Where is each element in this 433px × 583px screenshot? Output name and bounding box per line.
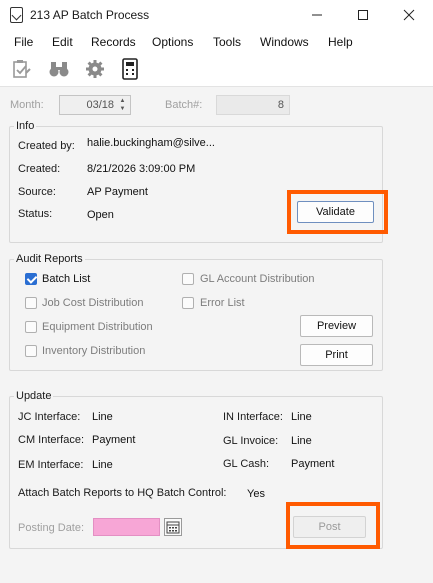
clipboard-check-icon[interactable] <box>10 58 34 80</box>
batch-number-value: 8 <box>277 99 284 111</box>
gl-cash-label: GL Cash: <box>223 458 270 470</box>
job-cost-distribution-checkbox[interactable] <box>25 297 37 309</box>
source-label: Source: <box>18 186 56 198</box>
gear-icon[interactable] <box>83 58 107 80</box>
gl-account-distribution-checkbox[interactable] <box>182 273 194 285</box>
created-label: Created: <box>18 163 61 175</box>
minimize-icon <box>312 14 322 16</box>
posting-date-field[interactable] <box>93 518 160 536</box>
source-value: AP Payment <box>87 186 148 198</box>
menu-records[interactable]: Records <box>91 35 136 49</box>
calendar-icon[interactable] <box>164 518 182 536</box>
maximize-button[interactable] <box>340 0 386 30</box>
status-value: Open <box>87 209 114 221</box>
validate-button[interactable]: Validate <box>297 201 374 223</box>
batch-list-checkbox[interactable] <box>25 273 37 285</box>
gl-invoice-label: GL Invoice: <box>223 435 279 447</box>
in-interface-label: IN Interface: <box>223 411 283 423</box>
close-icon <box>403 9 415 21</box>
minimize-button[interactable] <box>294 0 340 30</box>
cm-interface-label: CM Interface: <box>18 434 85 446</box>
jc-interface-value: Line <box>92 411 113 423</box>
equipment-distribution-checkbox[interactable] <box>25 321 37 333</box>
inventory-distribution-checkbox[interactable] <box>25 345 37 357</box>
menu-options[interactable]: Options <box>152 35 193 49</box>
menu-edit[interactable]: Edit <box>52 35 73 49</box>
menu-file[interactable]: File <box>14 35 33 49</box>
gl-cash-value: Payment <box>291 458 335 470</box>
error-list-label: Error List <box>200 297 245 309</box>
close-button[interactable] <box>386 0 432 30</box>
created-value: 8/21/2026 3:09:00 PM <box>87 163 196 175</box>
app-document-icon <box>10 7 23 23</box>
cm-interface-value: Payment <box>92 434 136 446</box>
attach-batch-reports-value: Yes <box>247 488 265 500</box>
posting-date-label: Posting Date: <box>18 522 85 534</box>
created-by-label: Created by: <box>18 140 75 152</box>
month-label: Month: <box>10 99 44 111</box>
status-label: Status: <box>18 208 53 220</box>
maximize-icon <box>358 10 368 20</box>
attach-batch-reports-label: Attach Batch Reports to HQ Batch Control… <box>18 487 227 499</box>
info-group-title: Info <box>14 120 37 132</box>
batch-list-label: Batch List <box>42 273 91 285</box>
batch-label: Batch#: <box>165 99 203 111</box>
error-list-checkbox[interactable] <box>182 297 194 309</box>
inventory-distribution-label: Inventory Distribution <box>42 345 146 357</box>
window-title: 213 AP Batch Process <box>30 8 150 22</box>
gl-invoice-value: Line <box>291 435 312 447</box>
binoculars-icon[interactable] <box>47 58 71 80</box>
menu-help[interactable]: Help <box>328 35 353 49</box>
audit-reports-title: Audit Reports <box>14 253 85 265</box>
calculator-icon[interactable] <box>118 58 142 80</box>
created-by-value: halie.buckingham@silve... <box>87 137 215 149</box>
month-field[interactable]: 03/18 ▲ ▼ <box>59 95 131 115</box>
in-interface-value: Line <box>291 411 312 423</box>
equipment-distribution-label: Equipment Distribution <box>42 321 153 333</box>
update-title: Update <box>14 390 54 402</box>
month-value: 03/18 <box>86 99 114 111</box>
jc-interface-label: JC Interface: <box>18 411 81 423</box>
post-button[interactable]: Post <box>293 516 366 538</box>
menu-windows[interactable]: Windows <box>260 35 309 49</box>
preview-button[interactable]: Preview <box>300 315 373 337</box>
month-spinner[interactable]: ▲ ▼ <box>117 97 128 113</box>
em-interface-value: Line <box>92 459 113 471</box>
batch-number-field: 8 <box>216 95 290 115</box>
gl-account-distribution-label: GL Account Distribution <box>200 273 315 285</box>
em-interface-label: EM Interface: <box>18 459 84 471</box>
menu-tools[interactable]: Tools <box>213 35 241 49</box>
job-cost-distribution-label: Job Cost Distribution <box>42 297 144 309</box>
print-button[interactable]: Print <box>300 344 373 366</box>
